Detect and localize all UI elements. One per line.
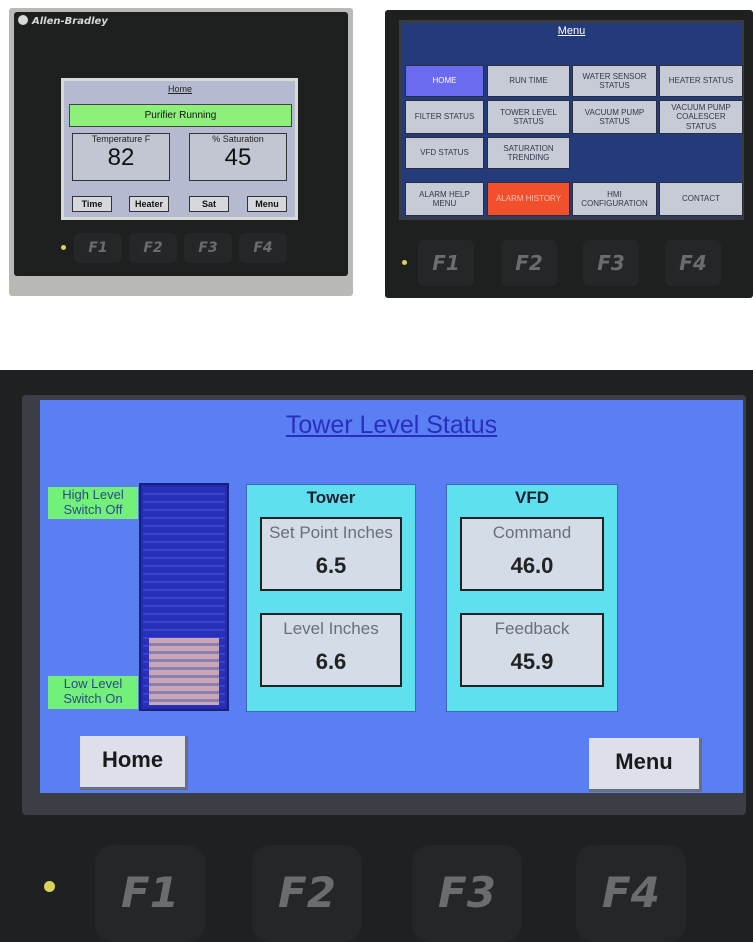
saturation-display: % Saturation 45 <box>189 133 287 181</box>
sat-button[interactable]: Sat <box>189 196 229 212</box>
f3-key[interactable]: F3 <box>412 845 522 942</box>
menu-home-button[interactable]: HOME <box>405 65 484 97</box>
menu-alarm-history-button[interactable]: ALARM HISTORY <box>487 182 570 216</box>
menu-run-time-button[interactable]: RUN TIME <box>487 65 570 97</box>
menu-heater-status-button[interactable]: HEATER STATUS <box>659 65 743 97</box>
home-screen-title: Home <box>167 84 192 94</box>
f4-key[interactable]: F4 <box>576 845 686 942</box>
f1-key[interactable]: F1 <box>74 233 122 263</box>
menu-vacuum-coalescer-button[interactable]: VACUUM PUMP COALESCER STATUS <box>659 100 743 134</box>
f4-key[interactable]: F4 <box>665 240 721 286</box>
command-field: Command 46.0 <box>460 517 604 591</box>
f1-key[interactable]: F1 <box>418 240 474 286</box>
tower-group-title: Tower <box>306 488 356 507</box>
status-led <box>61 245 66 250</box>
f4-key[interactable]: F4 <box>239 233 287 263</box>
status-led <box>44 881 55 892</box>
level-value: 6.6 <box>315 649 347 674</box>
command-label: Command <box>492 523 572 542</box>
menu-alarm-help-button[interactable]: ALARM HELP MENU <box>405 182 484 216</box>
f2-key[interactable]: F2 <box>501 240 557 286</box>
feedback-field: Feedback 45.9 <box>460 613 604 687</box>
menu-vfd-status-button[interactable]: VFD STATUS <box>405 137 484 169</box>
menu-water-sensor-button[interactable]: WATER SENSOR STATUS <box>572 65 657 97</box>
f2-key[interactable]: F2 <box>252 845 362 942</box>
f3-key[interactable]: F3 <box>184 233 232 263</box>
menu-vacuum-pump-button[interactable]: VACUUM PUMP STATUS <box>572 100 657 134</box>
set-point-value: 6.5 <box>315 553 347 578</box>
tower-screen-title: Tower Level Status <box>285 411 498 439</box>
vfd-group-title: VFD <box>515 488 549 507</box>
allen-bradley-logo-icon <box>18 15 28 25</box>
feedback-value: 45.9 <box>510 649 554 674</box>
temperature-label: Temperature F <box>91 134 151 144</box>
saturation-value: 45 <box>224 144 252 171</box>
home-button[interactable]: Home <box>80 736 188 790</box>
set-point-label: Set Point Inches <box>269 523 393 542</box>
low-level-switch-indicator: Low Level Switch On <box>48 676 138 709</box>
level-label: Level Inches <box>283 619 379 638</box>
menu-button[interactable]: Menu <box>247 196 287 212</box>
f1-key[interactable]: F1 <box>95 845 205 942</box>
temperature-value: 82 <box>107 144 135 171</box>
menu-title: Menu <box>557 25 586 37</box>
f3-key[interactable]: F3 <box>583 240 639 286</box>
tower-level-fill <box>149 637 219 705</box>
time-button[interactable]: Time <box>72 196 112 212</box>
menu-contact-button[interactable]: CONTACT <box>659 182 743 216</box>
tower-level-bar <box>139 483 229 711</box>
brand-label: Allen-Bradley <box>32 16 108 27</box>
feedback-label: Feedback <box>494 619 570 638</box>
saturation-label: % Saturation <box>212 134 264 144</box>
menu-tower-level-button[interactable]: TOWER LEVEL STATUS <box>487 100 570 134</box>
temperature-display: Temperature F 82 <box>72 133 170 181</box>
high-level-switch-indicator: High Level Switch Off <box>48 487 138 519</box>
status-led <box>402 260 407 265</box>
menu-saturation-trending-button[interactable]: SATURATION TRENDING <box>487 137 570 169</box>
menu-filter-status-button[interactable]: FILTER STATUS <box>405 100 484 134</box>
command-value: 46.0 <box>510 553 554 578</box>
set-point-field: Set Point Inches 6.5 <box>260 517 402 591</box>
menu-hmi-configuration-button[interactable]: HMI CONFIGURATION <box>572 182 657 216</box>
f2-key[interactable]: F2 <box>129 233 177 263</box>
heater-button[interactable]: Heater <box>129 196 169 212</box>
menu-button[interactable]: Menu <box>589 738 702 792</box>
status-banner: Purifier Running <box>69 104 292 127</box>
level-field: Level Inches 6.6 <box>260 613 402 687</box>
